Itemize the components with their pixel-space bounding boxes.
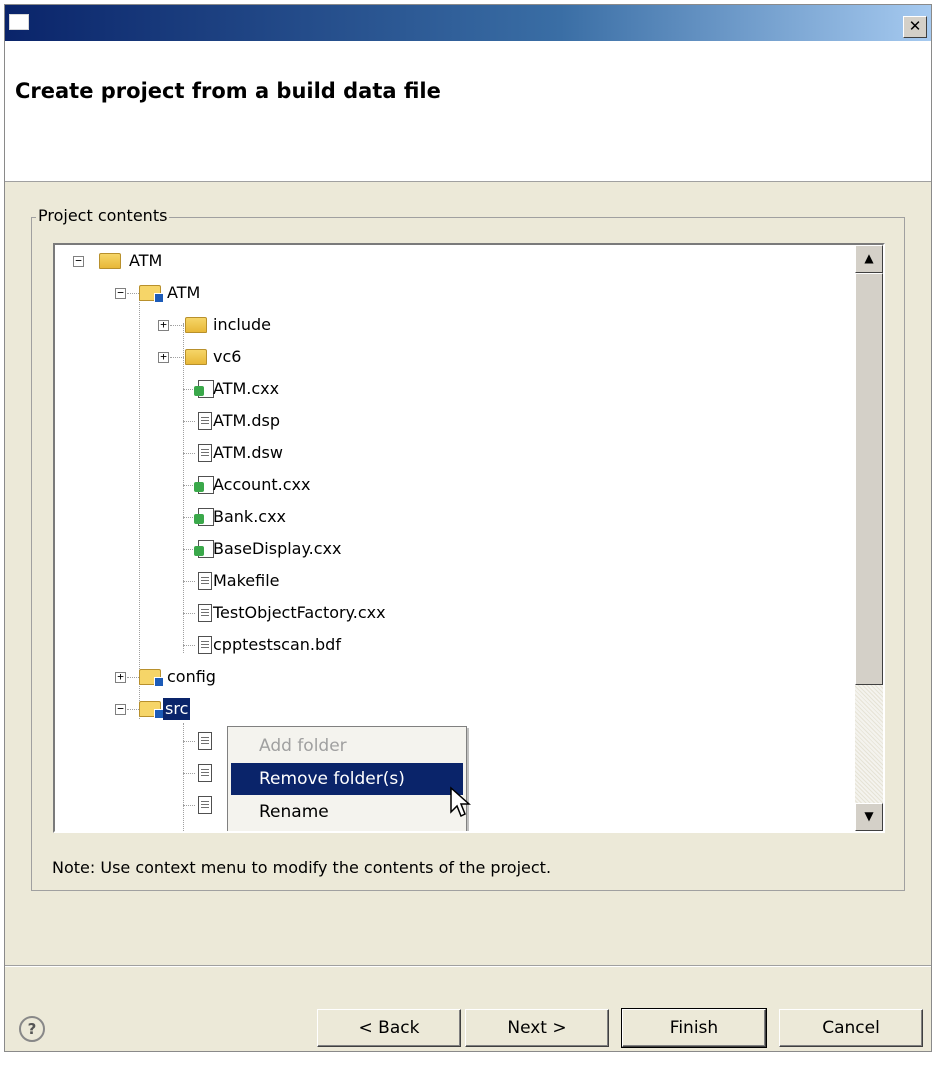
expand-toggle[interactable]: +: [158, 351, 169, 363]
project-tree[interactable]: − ATM − ATM + include + vc6 ATM.cxx ATM.…: [53, 243, 885, 833]
tree-line: [183, 581, 195, 582]
scroll-thumb[interactable]: [855, 273, 883, 685]
tree-line: [127, 293, 139, 294]
file-icon: [198, 444, 212, 462]
cancel-button[interactable]: Cancel: [779, 1009, 923, 1047]
help-icon[interactable]: ?: [19, 1016, 45, 1042]
linked-project-icon: [139, 285, 164, 303]
tree-label: ATM: [129, 251, 163, 270]
group-legend: Project contents: [36, 206, 170, 225]
scroll-up-button[interactable]: ▲: [855, 245, 883, 273]
mouse-pointer-icon: [450, 786, 471, 818]
tree-line: [183, 645, 195, 646]
tree-label-selected: src: [163, 698, 191, 720]
tree-line: [183, 723, 184, 831]
back-button[interactable]: < Back: [317, 1009, 461, 1047]
next-button[interactable]: Next >: [465, 1009, 609, 1047]
tree-label: TestObjectFactory.cxx: [213, 603, 386, 622]
menu-item-rename[interactable]: Rename: [231, 796, 463, 828]
tree-label: cpptestscan.bdf: [213, 635, 341, 654]
title-bar[interactable]: ✕: [5, 5, 931, 41]
button-bar-separator: [5, 965, 931, 967]
tree-line: [170, 325, 184, 326]
tree-label: Bank.cxx: [213, 507, 287, 526]
file-icon: [198, 412, 212, 430]
close-button[interactable]: ✕: [903, 16, 927, 38]
file-icon: [198, 764, 212, 782]
menu-item-remove-folders[interactable]: Remove folder(s): [231, 763, 463, 795]
project-contents-group: Project contents − ATM − ATM + include +…: [31, 206, 905, 891]
collapse-toggle[interactable]: −: [73, 255, 84, 267]
tree-label: ATM.dsw: [213, 443, 283, 462]
tree-line: [127, 709, 139, 710]
tree-label: ATM.cxx: [213, 379, 280, 398]
tree-line: [183, 323, 184, 653]
context-menu: Add folder Remove folder(s) Rename: [227, 726, 467, 831]
dialog-window: ✕ Create project from a build data file …: [4, 4, 932, 1052]
tree-line: [183, 453, 195, 454]
tree-line: [170, 357, 184, 358]
expand-toggle[interactable]: +: [158, 319, 169, 331]
page-title: Create project from a build data file: [15, 79, 441, 103]
tree-label: Makefile: [213, 571, 280, 590]
wizard-banner: Create project from a build data file: [5, 41, 931, 182]
folder-icon: [185, 317, 207, 333]
menu-item-add-folder[interactable]: Add folder: [231, 730, 463, 762]
folder-icon: [185, 349, 207, 365]
collapse-toggle[interactable]: −: [115, 703, 126, 715]
vertical-scrollbar[interactable]: ▲ ▼: [855, 245, 883, 831]
file-icon: [198, 636, 212, 654]
finish-button[interactable]: Finish: [621, 1008, 767, 1048]
tree-line: [183, 421, 195, 422]
file-icon: [198, 604, 212, 622]
tree-label: vc6: [213, 347, 242, 366]
window-icon: [9, 14, 29, 30]
tree-label: config: [167, 667, 216, 686]
tree-label: ATM: [167, 283, 201, 302]
scroll-down-button[interactable]: ▼: [855, 803, 883, 831]
linked-folder-icon: [139, 669, 164, 687]
tree-line: [183, 613, 195, 614]
file-icon: [198, 796, 212, 814]
tree-line: [183, 741, 195, 742]
expand-toggle[interactable]: +: [115, 671, 126, 683]
note-text: Note: Use context menu to modify the con…: [52, 858, 552, 877]
tree-line: [127, 677, 139, 678]
collapse-toggle[interactable]: −: [115, 287, 126, 299]
tree-line: [183, 773, 195, 774]
tree-label: ATM.dsp: [213, 411, 281, 430]
tree-label: include: [213, 315, 271, 334]
tree-label: Account.cxx: [213, 475, 311, 494]
file-icon: [198, 572, 212, 590]
linked-folder-icon: [139, 701, 164, 719]
tree-line: [139, 289, 140, 719]
tree-line: [183, 805, 195, 806]
project-folder-icon: [99, 253, 121, 269]
tree-label: BaseDisplay.cxx: [213, 539, 342, 558]
file-icon: [198, 732, 212, 750]
